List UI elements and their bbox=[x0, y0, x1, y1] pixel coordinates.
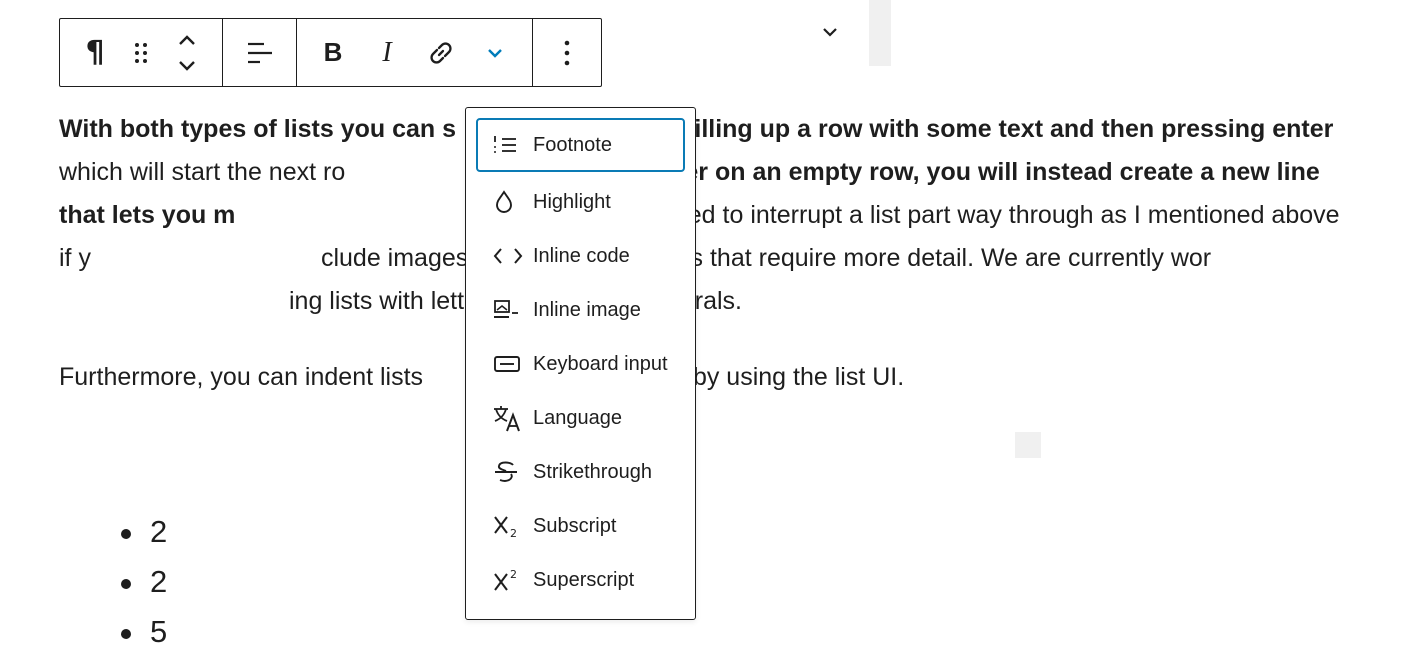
footnote-icon bbox=[492, 130, 532, 160]
more-vertical-icon bbox=[564, 40, 570, 65]
svg-text:2: 2 bbox=[510, 527, 517, 539]
menu-item-keyboard-input[interactable]: Keyboard input bbox=[476, 337, 685, 391]
menu-item-label: Superscript bbox=[533, 568, 635, 591]
menu-item-label: Keyboard input bbox=[533, 352, 668, 375]
link-button[interactable] bbox=[414, 19, 468, 86]
formatting-group: B I bbox=[297, 19, 533, 86]
paragraph-block[interactable]: Furthermore, you can indent lists sts by … bbox=[59, 356, 1349, 399]
svg-text:2: 2 bbox=[510, 568, 517, 581]
menu-item-label: Language bbox=[533, 406, 622, 429]
code-icon bbox=[492, 241, 532, 271]
menu-item-strikethrough[interactable]: Strikethrough bbox=[476, 445, 685, 499]
placeholder-block bbox=[1015, 432, 1041, 458]
scroll-track bbox=[869, 0, 891, 66]
italic-icon: I bbox=[382, 36, 392, 68]
menu-item-superscript[interactable]: 2 Superscript bbox=[476, 553, 685, 607]
italic-button[interactable]: I bbox=[360, 19, 414, 86]
menu-item-inline-code[interactable]: Inline code bbox=[476, 229, 685, 283]
move-up-down-icon bbox=[179, 34, 195, 71]
paragraph-block[interactable]: With both types of lists you can s fillin… bbox=[59, 108, 1349, 323]
chevron-down-icon bbox=[823, 28, 837, 37]
bold-icon: B bbox=[323, 37, 343, 67]
bullet-list[interactable]: 2 2 5 bbox=[118, 512, 167, 662]
bold-text: With both types of lists you can s bbox=[59, 115, 457, 143]
collapse-button[interactable] bbox=[818, 20, 842, 44]
list-item[interactable]: 5 bbox=[118, 612, 167, 662]
block-controls-group: ¶ bbox=[60, 19, 223, 86]
paragraph-block-button[interactable]: ¶ bbox=[72, 19, 118, 86]
text: clude images or do lists within lists th… bbox=[320, 244, 1212, 272]
drag-handle-icon bbox=[135, 42, 147, 63]
move-up-down-button[interactable] bbox=[164, 19, 210, 86]
paragraph-icon: ¶ bbox=[85, 34, 105, 70]
drag-handle-button[interactable] bbox=[118, 19, 164, 86]
chevron-down-icon bbox=[488, 48, 502, 58]
options-button[interactable] bbox=[533, 19, 601, 86]
list-item[interactable]: 2 bbox=[118, 512, 167, 562]
superscript-icon: 2 bbox=[492, 565, 532, 595]
image-icon bbox=[492, 295, 532, 325]
subscript-icon: 2 bbox=[492, 511, 532, 541]
menu-item-footnote[interactable]: Footnote bbox=[476, 118, 685, 172]
menu-item-language[interactable]: Language bbox=[476, 391, 685, 445]
align-left-icon bbox=[247, 42, 272, 63]
language-icon bbox=[492, 403, 532, 433]
menu-item-label: Inline image bbox=[533, 298, 641, 321]
menu-item-subscript[interactable]: 2 Subscript bbox=[476, 499, 685, 553]
text: Furthermore, you can indent lists bbox=[59, 363, 424, 391]
droplet-icon bbox=[492, 187, 532, 217]
menu-item-label: Strikethrough bbox=[533, 460, 652, 483]
bold-text: filling up a row with some text and then… bbox=[686, 115, 1334, 143]
text: which will start the next ro bbox=[59, 158, 346, 186]
more-rich-text-button[interactable] bbox=[468, 19, 522, 86]
rich-text-dropdown-menu: Footnote Highlight Inline code Inline im… bbox=[465, 107, 696, 620]
menu-item-label: Subscript bbox=[533, 514, 617, 537]
keyboard-icon bbox=[492, 349, 532, 379]
link-icon bbox=[430, 41, 452, 64]
menu-item-inline-image[interactable]: Inline image bbox=[476, 283, 685, 337]
align-button[interactable] bbox=[223, 19, 296, 86]
options-group bbox=[533, 19, 601, 86]
menu-item-label: Footnote bbox=[533, 133, 612, 156]
menu-item-label: Inline code bbox=[533, 244, 630, 267]
bold-button[interactable]: B bbox=[306, 19, 360, 86]
menu-item-highlight[interactable]: Highlight bbox=[476, 175, 685, 229]
strikethrough-icon bbox=[492, 457, 532, 487]
list-item[interactable]: 2 bbox=[118, 562, 167, 612]
block-toolbar: ¶ B I bbox=[59, 18, 602, 87]
menu-item-label: Highlight bbox=[533, 190, 611, 213]
alignment-group bbox=[223, 19, 297, 86]
